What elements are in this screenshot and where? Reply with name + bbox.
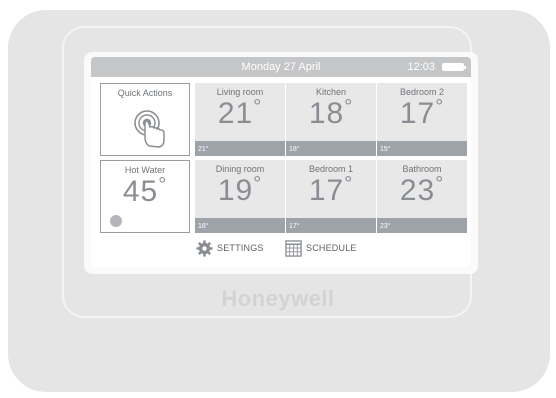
quick-actions-label: Quick Actions (117, 88, 173, 98)
calendar-grid-icon (285, 239, 302, 257)
indicator-dot-icon (110, 215, 122, 227)
zone-name: Bathroom (402, 164, 442, 174)
gear-icon (196, 239, 213, 257)
zone-temp: 23° (399, 173, 445, 207)
zone-temp: 18° (308, 96, 354, 130)
zone-setpoint: 21° (195, 141, 285, 156)
zone-setpoint: 15° (377, 141, 467, 156)
brand-logo: Honeywell (221, 286, 335, 311)
hot-water-tile[interactable]: Hot Water 45° (100, 160, 190, 233)
zone-name: Bedroom 1 (308, 164, 354, 174)
zone-name: Kitchen (315, 87, 347, 97)
touch-screen: Monday 27 April 12:03 Quick Actions Hot … (91, 57, 471, 267)
zone-temp: 19° (217, 173, 263, 207)
schedule-button[interactable]: SCHEDULE (285, 237, 357, 259)
zone-tile-living-room[interactable]: Living room 21° 21° (195, 83, 285, 156)
settings-button[interactable]: SETTINGS (196, 237, 264, 259)
status-bar: Monday 27 April 12:03 (91, 57, 471, 77)
hot-water-temp: 45° (122, 174, 168, 208)
zone-tile-bedroom-1[interactable]: Bedroom 1 17° 17° (286, 160, 376, 233)
zone-temp: 17° (399, 96, 445, 130)
zone-setpoint: 17° (286, 218, 376, 233)
zone-tile-kitchen[interactable]: Kitchen 18° 18° (286, 83, 376, 156)
zone-name: Dining room (215, 164, 265, 174)
footer-bar: SETTINGS SCHEDULE (91, 237, 471, 259)
hot-water-label: Hot Water (124, 165, 166, 175)
zone-setpoint: 23° (377, 218, 467, 233)
touch-hand-icon (134, 110, 165, 148)
zone-temp: 17° (308, 173, 354, 207)
zone-setpoint: 18° (195, 218, 285, 233)
time-label: 12:03 (407, 61, 435, 73)
zone-tile-bedroom-2[interactable]: Bedroom 2 17° 15° (377, 83, 467, 156)
schedule-label: SCHEDULE (306, 243, 357, 253)
zone-tile-bathroom[interactable]: Bathroom 23° 23° (377, 160, 467, 233)
settings-label: SETTINGS (217, 243, 264, 253)
zone-name: Living room (216, 87, 264, 97)
quick-actions-tile[interactable]: Quick Actions (100, 83, 190, 156)
zone-tile-dining-room[interactable]: Dining room 19° 18° (195, 160, 285, 233)
zone-name: Bedroom 2 (399, 87, 445, 97)
battery-icon (442, 63, 466, 71)
zone-temp: 21° (217, 96, 263, 130)
zone-setpoint: 18° (286, 141, 376, 156)
